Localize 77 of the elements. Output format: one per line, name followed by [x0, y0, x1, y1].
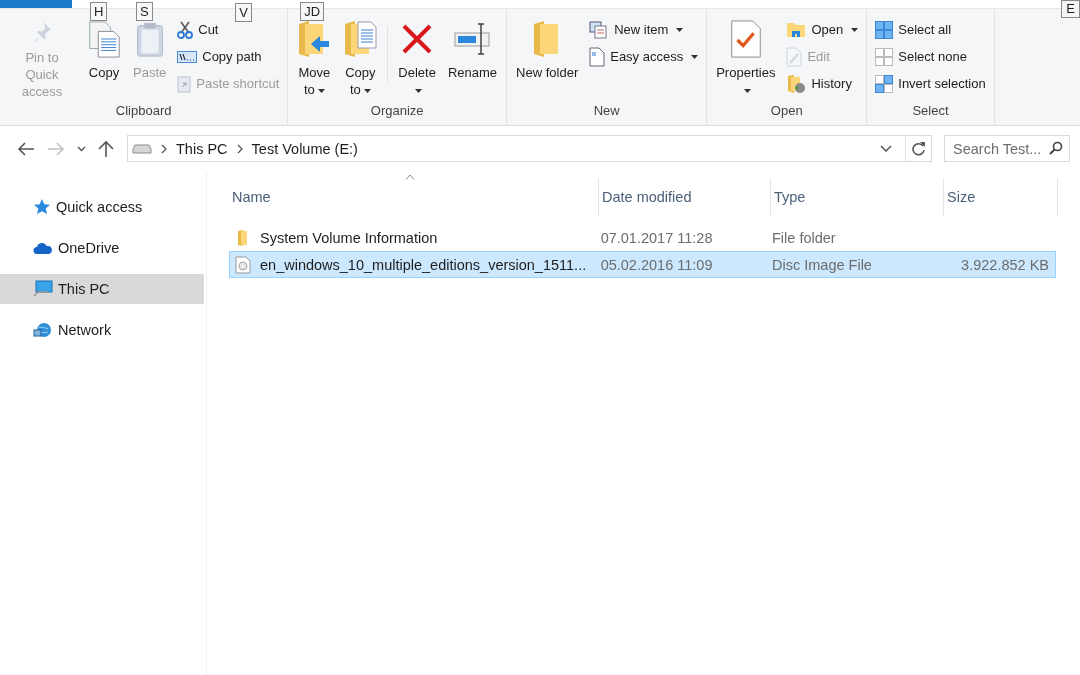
- ribbon-button[interactable]: New item: [585, 17, 688, 42]
- navigation-item[interactable]: Quick access: [0, 192, 204, 222]
- breadcrumb[interactable]: This PC: [176, 140, 228, 157]
- refresh-icon: [911, 141, 926, 156]
- group-label: Organize: [369, 102, 425, 120]
- column-header[interactable]: Name: [229, 178, 599, 216]
- network-icon: [33, 321, 53, 339]
- folder-arrow-icon: [297, 20, 332, 58]
- address-field[interactable]: This PC Test Volume (E:): [127, 135, 932, 162]
- navigation-item[interactable]: OneDrive: [0, 233, 204, 263]
- ribbon-button[interactable]: Copy path: [173, 44, 266, 69]
- key-tip-tooltip: E: [1061, 0, 1080, 18]
- key-tip-tooltip: S: [136, 2, 153, 21]
- search-icon: [1049, 141, 1063, 155]
- document-icon: [589, 46, 606, 67]
- ribbon-button[interactable]: Easy access: [585, 44, 703, 69]
- ribbon-button[interactable]: New folder: [511, 14, 584, 102]
- star-icon: [33, 198, 51, 216]
- grid-outline-icon: [875, 47, 894, 66]
- cloud-icon: [33, 241, 53, 255]
- table-cell-text: 07.01.2017 11:28: [599, 229, 714, 246]
- scissors-icon: [177, 20, 194, 39]
- ribbon-button[interactable]: Rename: [442, 14, 503, 102]
- path-icon: [177, 50, 198, 63]
- text-field-cursor-icon: [453, 20, 492, 58]
- table-cell-text: File folder: [771, 229, 837, 246]
- group-label: Open: [769, 102, 804, 120]
- ribbon-button[interactable]: Cut: [173, 17, 223, 42]
- breadcrumb[interactable]: Test Volume (E:): [251, 140, 358, 157]
- file-name: System Volume Information: [260, 229, 438, 246]
- table-cell-text: Disc Image File: [771, 256, 873, 273]
- file-row[interactable]: System Volume Information 07.01.2017 11:28 File folder: [229, 224, 1056, 251]
- grid-partial-icon: [875, 74, 894, 93]
- navigation-item[interactable]: This PC: [0, 274, 204, 304]
- group-label: Clipboard: [114, 102, 173, 120]
- ribbon-button[interactable]: Properties: [711, 14, 781, 102]
- ribbon-button[interactable]: Select none: [871, 44, 971, 69]
- table-cell-text: 3.922.852 KB: [960, 256, 1050, 273]
- disc-file-icon: [234, 255, 252, 274]
- group-label: Select: [911, 102, 950, 120]
- chevron-icon: [236, 143, 243, 154]
- search-field[interactable]: Search Test...: [944, 135, 1070, 162]
- drive-icon: [132, 143, 152, 154]
- arrow-icon: [17, 141, 35, 156]
- table-cell-text: 05.02.2016 11:09: [599, 256, 714, 273]
- documents-icon: [589, 20, 610, 39]
- chevron-down-icon: [77, 145, 86, 152]
- arrow-icon: [47, 141, 65, 156]
- ribbon-button[interactable]: Invert selection: [871, 71, 990, 96]
- grid-icon: [875, 20, 894, 39]
- folder-documents-icon: [343, 20, 378, 58]
- ribbon-button[interactable]: Open: [782, 17, 863, 42]
- chevron-down-icon: [880, 145, 892, 152]
- key-tip-tooltip: H: [90, 2, 108, 21]
- key-tip-tooltip: JD: [300, 2, 325, 21]
- column-header[interactable]: Date modified: [599, 178, 771, 216]
- document-check-icon: [729, 20, 762, 58]
- ribbon-button[interactable]: Copy to: [338, 14, 383, 102]
- column-header[interactable]: Size: [944, 178, 1058, 216]
- file-name: en_windows_10_multiple_editions_version_1511...: [260, 256, 587, 273]
- column-header[interactable]: Type: [771, 178, 944, 216]
- navigation-item[interactable]: Network: [0, 315, 204, 345]
- chevron-icon: [161, 143, 167, 154]
- group-label: New: [592, 102, 621, 120]
- ribbon-button[interactable]: Delete: [393, 14, 441, 102]
- file-row[interactable]: en_windows_10_multiple_editions_version_1511... 05.02.2016 11:09 Disc Image File 3.922.852 KB: [229, 251, 1056, 278]
- folder-icon: [786, 21, 807, 38]
- folder-clock-icon: [786, 73, 807, 94]
- key-tip-tooltip: V: [235, 3, 252, 22]
- clipboard-icon: [134, 20, 165, 58]
- documents-icon: [87, 20, 121, 58]
- pencil-document-icon: [786, 46, 803, 67]
- ribbon-button[interactable]: History: [782, 71, 856, 96]
- ribbon-button[interactable]: Select all: [871, 17, 955, 42]
- up-arrow-icon: [98, 139, 114, 158]
- computer-icon: [33, 280, 53, 298]
- sort-caret-icon: [405, 174, 415, 180]
